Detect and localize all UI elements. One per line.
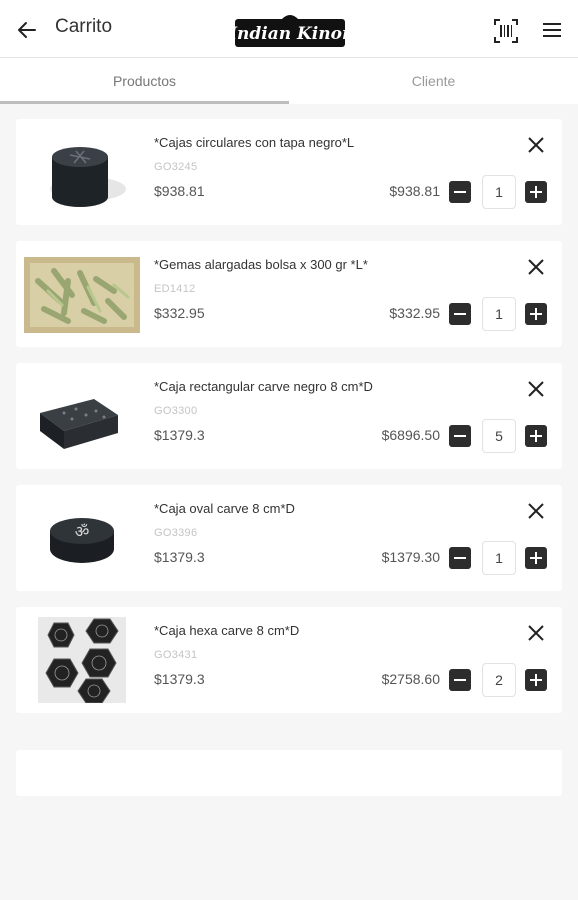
unit-price: $332.95 <box>154 305 205 321</box>
back-arrow-icon[interactable] <box>14 17 40 43</box>
product-name: *Cajas circulares con tapa negro*L <box>154 135 355 150</box>
decrease-quantity-button[interactable] <box>449 425 471 447</box>
line-total: $1379.30 <box>381 549 440 565</box>
line-total: $332.95 <box>389 305 440 321</box>
page-title: Carrito <box>55 16 113 37</box>
decrease-quantity-button[interactable] <box>449 547 471 569</box>
increase-quantity-button[interactable] <box>525 669 547 691</box>
cart-item: *Caja hexa carve 8 cm*D GO3431 $1379.3 $… <box>16 607 562 713</box>
tab-productos[interactable]: Productos <box>0 58 289 104</box>
product-image-gems <box>24 251 140 337</box>
hamburger-menu-icon[interactable] <box>540 18 564 42</box>
close-icon[interactable] <box>526 501 546 521</box>
product-name: *Caja rectangular carve negro 8 cm*D <box>154 379 373 394</box>
product-image-rectangular-box <box>24 373 140 459</box>
product-image-hexagonal-boxes <box>24 617 140 704</box>
product-sku: GO3396 <box>154 527 198 539</box>
product-sku: ED1412 <box>154 283 196 295</box>
product-name: *Caja hexa carve 8 cm*D <box>154 623 300 638</box>
svg-text:Indian Kinor: Indian Kinor <box>234 24 346 44</box>
app-bar: Carrito Indian Kinor <box>0 0 578 58</box>
quantity-field[interactable]: 5 <box>482 419 516 453</box>
unit-price: $938.81 <box>154 183 205 199</box>
line-total: $938.81 <box>389 183 440 199</box>
quantity-field[interactable]: 1 <box>482 297 516 331</box>
tab-bar: Productos Cliente <box>0 58 578 104</box>
close-icon[interactable] <box>526 623 546 643</box>
cart-summary-card <box>16 750 562 796</box>
cart-item: *Caja rectangular carve negro 8 cm*D GO3… <box>16 363 562 469</box>
svg-text:ॐ: ॐ <box>75 522 90 541</box>
decrease-quantity-button[interactable] <box>449 181 471 203</box>
unit-price: $1379.3 <box>154 549 205 565</box>
product-image-oval-box: ॐ <box>24 495 140 581</box>
active-tab-indicator <box>0 101 289 104</box>
barcode-scan-icon[interactable] <box>492 17 520 45</box>
increase-quantity-button[interactable] <box>525 547 547 569</box>
quantity-field[interactable]: 1 <box>482 541 516 575</box>
product-sku: GO3431 <box>154 649 198 661</box>
product-name: *Caja oval carve 8 cm*D <box>154 501 295 516</box>
increase-quantity-button[interactable] <box>525 303 547 325</box>
tab-cliente[interactable]: Cliente <box>289 58 578 104</box>
unit-price: $1379.3 <box>154 427 205 443</box>
brand-logo: Indian Kinor <box>228 11 352 49</box>
product-sku: GO3245 <box>154 161 198 173</box>
quantity-field[interactable]: 1 <box>482 175 516 209</box>
close-icon[interactable] <box>526 135 546 155</box>
line-total: $2758.60 <box>381 671 440 687</box>
product-image-round-box <box>24 129 140 215</box>
decrease-quantity-button[interactable] <box>449 669 471 691</box>
cart-item: ॐ *Caja oval carve 8 cm*D GO3396 $1379.3… <box>16 485 562 591</box>
increase-quantity-button[interactable] <box>525 181 547 203</box>
close-icon[interactable] <box>526 379 546 399</box>
quantity-field[interactable]: 2 <box>482 663 516 697</box>
increase-quantity-button[interactable] <box>525 425 547 447</box>
unit-price: $1379.3 <box>154 671 205 687</box>
decrease-quantity-button[interactable] <box>449 303 471 325</box>
close-icon[interactable] <box>526 257 546 277</box>
cart-item: *Cajas circulares con tapa negro*L GO324… <box>16 119 562 225</box>
product-sku: GO3300 <box>154 405 198 417</box>
cart-item: *Gemas alargadas bolsa x 300 gr *L* ED14… <box>16 241 562 347</box>
product-name: *Gemas alargadas bolsa x 300 gr *L* <box>154 257 368 272</box>
line-total: $6896.50 <box>381 427 440 443</box>
